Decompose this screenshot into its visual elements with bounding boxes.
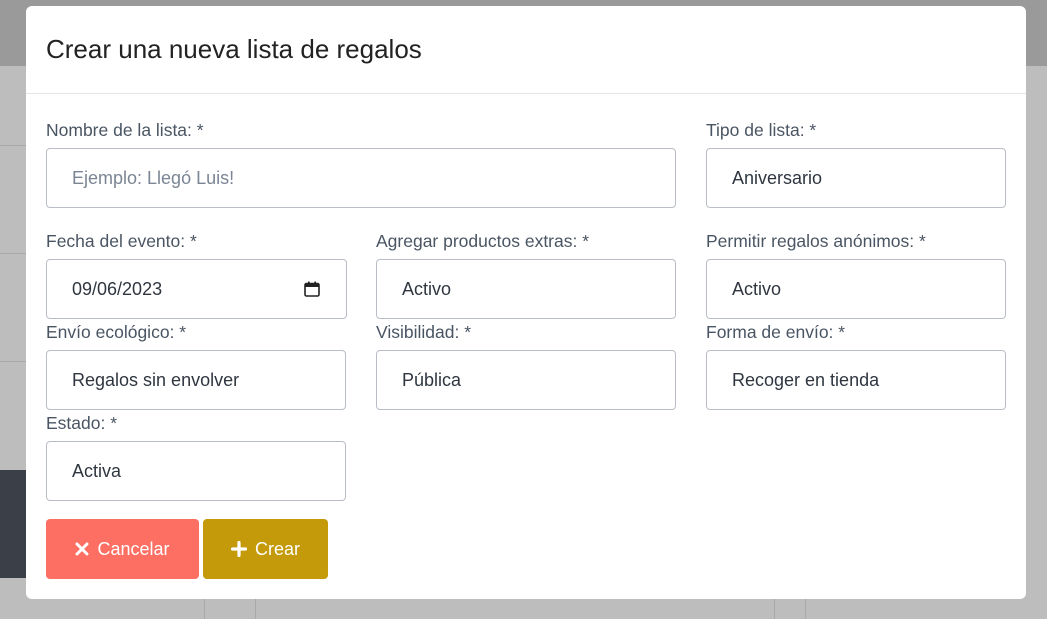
extra-products-select[interactable]: Activo — [376, 259, 676, 319]
create-gift-list-modal: Crear una nueva lista de regalos Nombre … — [26, 6, 1026, 599]
cancel-button-label: Cancelar — [97, 538, 170, 559]
list-type-field: Tipo de lista: * Aniversario — [706, 118, 1006, 208]
plus-icon — [230, 541, 247, 557]
list-type-label: Tipo de lista: * — [706, 120, 817, 140]
extra-products-field: Agregar productos extras: * Activo — [376, 229, 676, 319]
visibility-field: Visibilidad: * Pública — [376, 320, 676, 410]
visibility-label: Visibilidad: * — [376, 322, 472, 342]
list-name-input[interactable]: Ejemplo: Llegó Luis! — [46, 148, 676, 208]
modal-header: Crear una nueva lista de regalos — [26, 6, 1026, 94]
list-name-label: Nombre de la lista: * — [46, 120, 204, 140]
shipping-method-select[interactable]: Recoger en tienda — [706, 350, 1006, 410]
eco-shipping-label: Envío ecológico: * — [46, 322, 187, 342]
create-button[interactable]: Crear — [203, 519, 328, 579]
background-divider — [204, 599, 205, 619]
eco-shipping-select[interactable]: Regalos sin envolver — [46, 350, 346, 410]
status-field: Estado: * Activa — [46, 411, 346, 501]
event-date-input[interactable]: 09/06/2023 — [46, 259, 347, 319]
event-date-field: Fecha del evento: * 09/06/2023 — [46, 229, 347, 319]
background-divider — [805, 599, 806, 619]
shipping-method-label: Forma de envío: * — [706, 322, 846, 342]
shipping-method-field: Forma de envío: * Recoger en tienda — [706, 320, 1006, 410]
cancel-button[interactable]: Cancelar — [46, 519, 199, 579]
eco-shipping-field: Envío ecológico: * Regalos sin envolver — [46, 320, 346, 410]
event-date-value: 09/06/2023 — [72, 278, 163, 299]
status-label: Estado: * — [46, 413, 118, 433]
background-divider — [774, 599, 775, 619]
status-select[interactable]: Activa — [46, 441, 346, 501]
visibility-select[interactable]: Pública — [376, 350, 676, 410]
anonymous-gifts-label: Permitir regalos anónimos: * — [706, 231, 926, 251]
list-name-field: Nombre de la lista: * Ejemplo: Llegó Lui… — [46, 118, 676, 208]
background-divider — [255, 599, 256, 619]
anonymous-gifts-select[interactable]: Activo — [706, 259, 1006, 319]
times-icon — [75, 542, 89, 556]
modal-title: Crear una nueva lista de regalos — [46, 34, 422, 64]
create-button-label: Crear — [254, 538, 300, 559]
extra-products-label: Agregar productos extras: * — [376, 231, 590, 251]
event-date-label: Fecha del evento: * — [46, 231, 197, 251]
list-type-select[interactable]: Aniversario — [706, 148, 1006, 208]
anonymous-gifts-field: Permitir regalos anónimos: * Activo — [706, 229, 1006, 319]
calendar-icon[interactable] — [304, 281, 320, 297]
